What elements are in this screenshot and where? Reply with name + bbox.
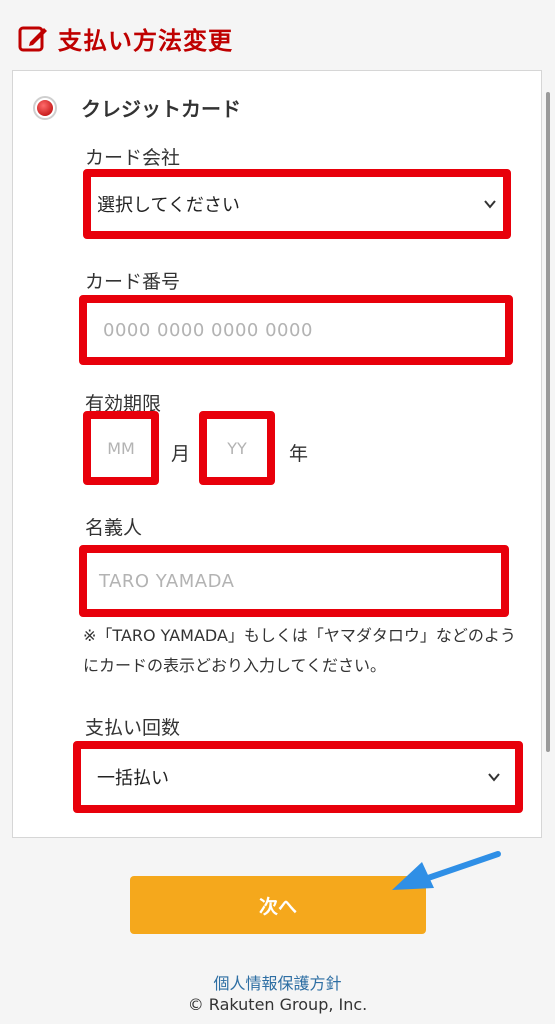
month-unit: 月	[171, 443, 191, 465]
card-company-label: カード会社	[85, 147, 181, 169]
card-company-select[interactable]: 選択してください	[83, 169, 511, 239]
next-button[interactable]: 次へ	[130, 876, 426, 934]
year-unit: 年	[289, 443, 309, 465]
installments-select[interactable]: 一括払い	[73, 741, 523, 813]
holder-label: 名義人	[85, 517, 143, 539]
card-number-input[interactable]: 0000 0000 0000 0000	[79, 295, 513, 365]
card-number-placeholder: 0000 0000 0000 0000	[103, 319, 313, 341]
expiry-year-placeholder: YY	[227, 438, 247, 458]
holder-name-input[interactable]: TARO YAMADA	[79, 545, 509, 617]
credit-card-panel: クレジットカード カード会社 選択してください カード番号 0000 0000 …	[12, 70, 542, 838]
privacy-policy-link[interactable]: 個人情報保護方針	[0, 970, 555, 994]
holder-note: ※「TARO YAMADA」もしくは「ヤマダタロウ」などのようにカードの表示どお…	[83, 626, 516, 675]
annotation-arrow-icon	[392, 851, 501, 890]
chevron-down-icon	[488, 773, 500, 782]
credit-card-label: クレジットカード	[81, 97, 241, 121]
page-header: 支払い方法変更	[18, 18, 233, 58]
installments-value: 一括払い	[97, 768, 169, 789]
edit-icon	[18, 26, 47, 52]
holder-name-placeholder: TARO YAMADA	[99, 570, 235, 592]
installments-label: 支払い回数	[85, 717, 181, 739]
radio-button[interactable]	[33, 95, 57, 120]
expiry-month-placeholder: MM	[107, 438, 135, 458]
expiry-year-input[interactable]: YY	[199, 411, 275, 485]
page-title: 支払い方法変更	[58, 26, 233, 55]
credit-card-option[interactable]: クレジットカード	[33, 93, 241, 122]
expiry-month-input[interactable]: MM	[83, 411, 159, 485]
scrollbar[interactable]	[546, 92, 550, 752]
copyright-text: © Rakuten Group, Inc.	[187, 995, 368, 1014]
chevron-down-icon	[484, 200, 496, 209]
card-number-label: カード番号	[85, 271, 181, 293]
card-company-value: 選択してください	[97, 195, 240, 216]
